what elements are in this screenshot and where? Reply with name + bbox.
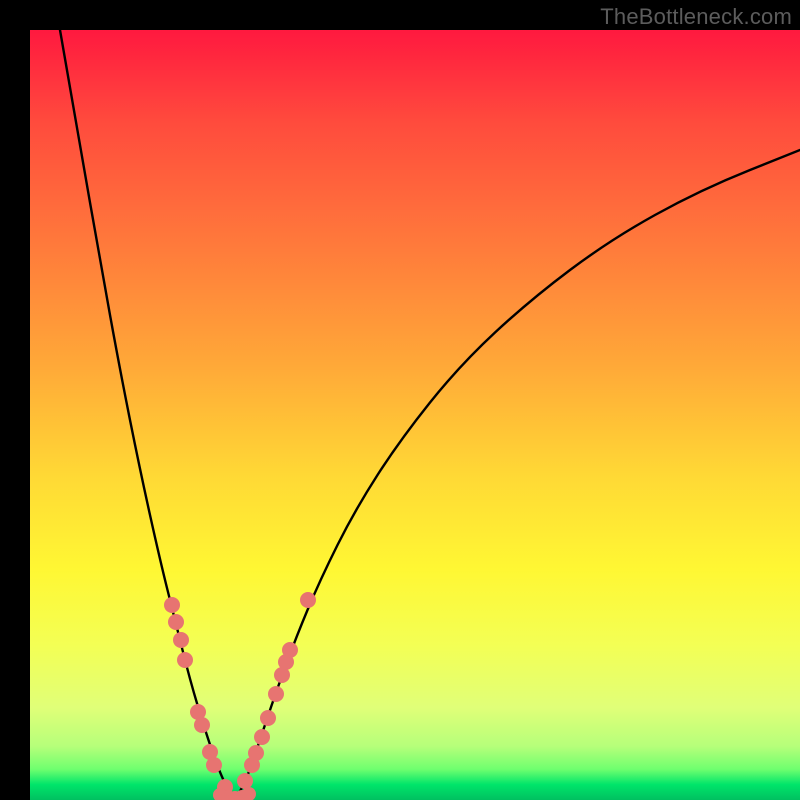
watermark-text: TheBottleneck.com	[600, 4, 792, 30]
chart-frame: TheBottleneck.com	[0, 0, 800, 800]
plot-gradient-background	[30, 30, 800, 800]
